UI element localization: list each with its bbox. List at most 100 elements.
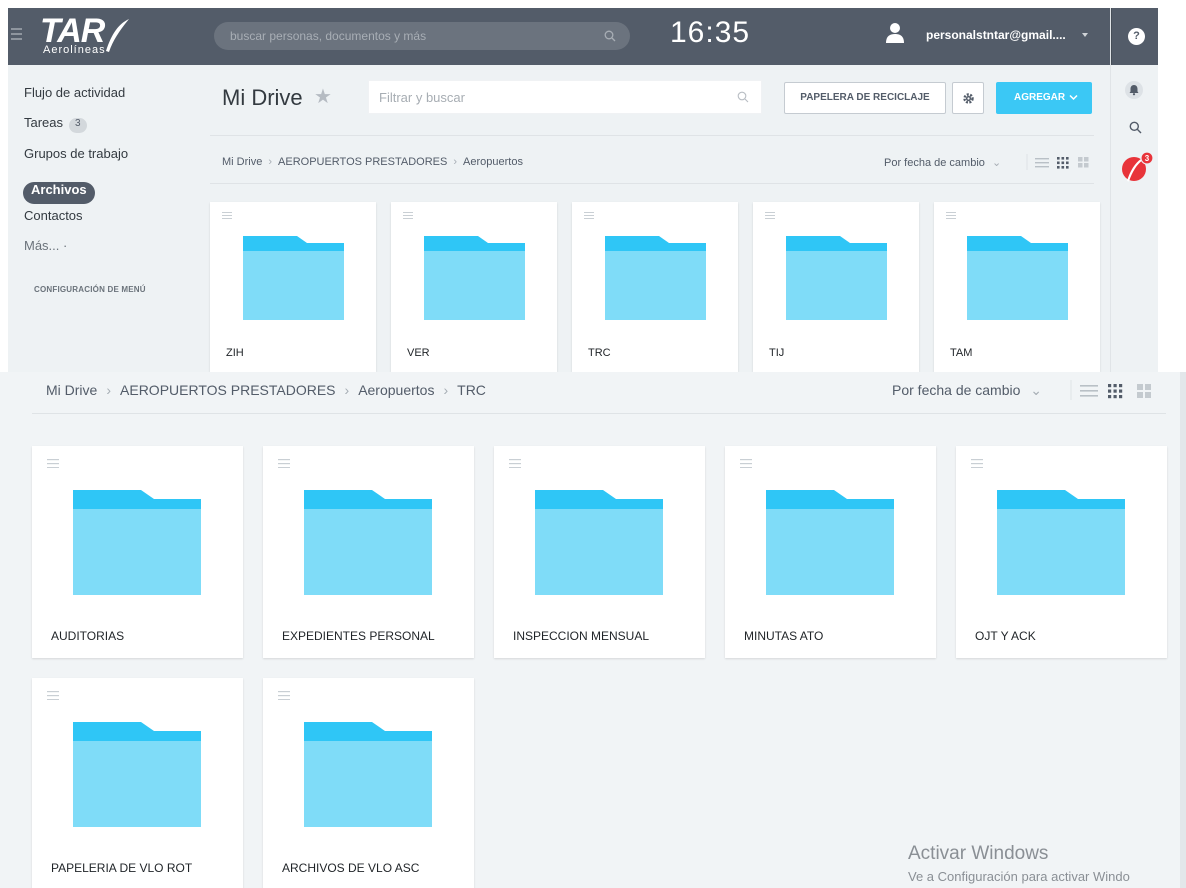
- folder-tile[interactable]: OJT Y ACK: [956, 446, 1167, 658]
- drag-handle-icon[interactable]: [946, 212, 956, 219]
- folder-icon: [424, 236, 525, 320]
- folder-tile[interactable]: AUDITORIAS: [32, 446, 243, 658]
- grid-view-icon[interactable]: [1057, 157, 1069, 169]
- folder-name[interactable]: OJT Y ACK: [975, 629, 1036, 643]
- chevron-down-icon: [1069, 94, 1078, 101]
- global-search[interactable]: [214, 22, 630, 50]
- user-dropdown-caret-icon[interactable]: [1082, 33, 1088, 37]
- breadcrumb-item[interactable]: Mi Drive: [222, 156, 262, 168]
- divider: [32, 413, 1166, 414]
- filter-search[interactable]: [368, 80, 762, 114]
- divider: [210, 183, 1094, 184]
- settings-button[interactable]: [952, 82, 984, 114]
- folder-name[interactable]: TRC: [588, 347, 611, 359]
- folder-name[interactable]: TIJ: [769, 347, 784, 359]
- drag-handle-icon[interactable]: [222, 212, 232, 219]
- folder-name[interactable]: TAM: [950, 347, 972, 359]
- folder-icon: [766, 490, 894, 595]
- large-tiles-view-icon[interactable]: [1078, 157, 1089, 168]
- chat-app-icon[interactable]: 3: [1121, 151, 1155, 183]
- folder-tile[interactable]: PAPELERIA DE VLO ROT: [32, 678, 243, 888]
- drag-handle-icon[interactable]: [278, 459, 290, 468]
- drive-main: Mi Drive ★ PAPELERA DE RECICLAJE AGREGAR: [210, 65, 1100, 372]
- global-search-input[interactable]: [230, 22, 590, 50]
- drag-handle-icon[interactable]: [765, 212, 775, 219]
- list-view-icon[interactable]: [1035, 158, 1049, 168]
- folder-name[interactable]: ZIH: [226, 347, 244, 359]
- breadcrumb-item[interactable]: Mi Drive: [46, 382, 97, 398]
- folder-name[interactable]: AUDITORIAS: [51, 629, 124, 643]
- sort-chevron-down-icon: ⌄: [1030, 382, 1043, 398]
- folder-tile[interactable]: MINUTAS ATO: [725, 446, 936, 658]
- folder-tile[interactable]: TRC: [572, 202, 738, 372]
- drag-handle-icon[interactable]: [403, 212, 413, 219]
- folder-icon: [73, 490, 201, 595]
- folder-tile[interactable]: INSPECCION MENSUAL: [494, 446, 705, 658]
- sidebar-item-tasks[interactable]: Tareas 3: [24, 115, 87, 133]
- view-mode-switcher[interactable]: [1026, 153, 1096, 171]
- folder-icon: [243, 236, 344, 320]
- help-icon[interactable]: ?: [1128, 28, 1145, 45]
- large-tiles-view-icon[interactable]: [1137, 384, 1151, 398]
- folder-name[interactable]: ARCHIVOS DE VLO ASC: [282, 861, 419, 875]
- rail-search-icon[interactable]: [1129, 121, 1142, 134]
- notification-bell-icon[interactable]: [1125, 81, 1143, 99]
- user-avatar-icon[interactable]: [886, 22, 904, 44]
- recycle-bin-button[interactable]: PAPELERA DE RECICLAJE: [784, 82, 946, 114]
- folder-name[interactable]: INSPECCION MENSUAL: [513, 629, 649, 643]
- folder-icon: [304, 490, 432, 595]
- folder-name[interactable]: PAPELERIA DE VLO ROT: [51, 861, 192, 875]
- drag-handle-icon[interactable]: [584, 212, 594, 219]
- folder-icon: [786, 236, 887, 320]
- drag-handle-icon[interactable]: [740, 459, 752, 468]
- drag-handle-icon[interactable]: [278, 691, 290, 700]
- folder-tile[interactable]: ZIH: [210, 202, 376, 372]
- sort-dropdown[interactable]: Por fecha de cambio ⌄: [884, 156, 1001, 169]
- grid-view-icon[interactable]: [1108, 384, 1123, 399]
- divider: [210, 135, 1094, 136]
- folder-tile[interactable]: VER: [391, 202, 557, 372]
- drag-handle-icon[interactable]: [47, 691, 59, 700]
- user-menu[interactable]: personalstntar@gmail....: [886, 18, 1098, 54]
- trc-folder-view: Mi Drive › AEROPUERTOS PRESTADORES › Aeropue…: [0, 372, 1186, 888]
- windows-activation-watermark-subtitle: Ve a Configuración para activar Windo: [908, 869, 1130, 884]
- list-view-icon[interactable]: [1080, 385, 1098, 397]
- breadcrumb-item[interactable]: Aeropuertos: [358, 382, 434, 398]
- folder-tile[interactable]: ARCHIVOS DE VLO ASC: [263, 678, 474, 888]
- menu-toggle-icon[interactable]: [11, 28, 22, 42]
- favorite-star-icon[interactable]: ★: [314, 84, 332, 109]
- sidebar-item-more[interactable]: Más... ·: [24, 238, 67, 253]
- folder-name[interactable]: VER: [407, 347, 430, 359]
- folder-name[interactable]: MINUTAS ATO: [744, 629, 823, 643]
- folder-tile[interactable]: EXPEDIENTES PERSONAL: [263, 446, 474, 658]
- help-cell: ?: [1111, 8, 1158, 65]
- menu-configuration-link[interactable]: CONFIGURACIÓN DE MENÚ: [34, 285, 146, 294]
- drag-handle-icon[interactable]: [509, 459, 521, 468]
- add-button[interactable]: AGREGAR: [996, 82, 1092, 114]
- drag-handle-icon[interactable]: [47, 459, 59, 468]
- breadcrumb-item[interactable]: AEROPUERTOS PRESTADORES: [120, 382, 336, 398]
- breadcrumb-chevron-icon: ›: [443, 382, 449, 398]
- breadcrumb-item[interactable]: Aeropuertos: [463, 156, 523, 168]
- breadcrumb-item[interactable]: TRC: [457, 382, 486, 398]
- sort-label: Por fecha de cambio: [892, 382, 1021, 398]
- folder-tile[interactable]: TAM: [934, 202, 1100, 372]
- folder-tile[interactable]: TIJ: [753, 202, 919, 372]
- folder-name[interactable]: EXPEDIENTES PERSONAL: [282, 629, 435, 643]
- drag-handle-icon[interactable]: [971, 459, 983, 468]
- sort-dropdown[interactable]: Por fecha de cambio ⌄: [892, 382, 1042, 399]
- sidebar-item-contacts[interactable]: Contactos: [24, 208, 83, 223]
- filter-search-icon[interactable]: [737, 91, 749, 103]
- filter-search-input[interactable]: [379, 81, 719, 113]
- clock: 16:35: [670, 16, 751, 49]
- breadcrumb: Mi Drive › AEROPUERTOS PRESTADORES › Aeropue…: [46, 382, 486, 398]
- breadcrumb-item[interactable]: AEROPUERTOS PRESTADORES: [278, 156, 447, 168]
- user-email[interactable]: personalstntar@gmail....: [926, 28, 1066, 42]
- sidebar-item-files[interactable]: Archivos: [23, 182, 95, 204]
- page-title: Mi Drive: [222, 85, 303, 110]
- sidebar-item-activity-stream[interactable]: Flujo de actividad: [24, 85, 125, 100]
- search-icon[interactable]: [604, 30, 616, 42]
- sidebar-item-workgroups[interactable]: Grupos de trabajo: [24, 146, 128, 161]
- view-mode-switcher[interactable]: [1070, 378, 1158, 402]
- company-logo[interactable]: TAR Aerolíneas: [40, 12, 140, 56]
